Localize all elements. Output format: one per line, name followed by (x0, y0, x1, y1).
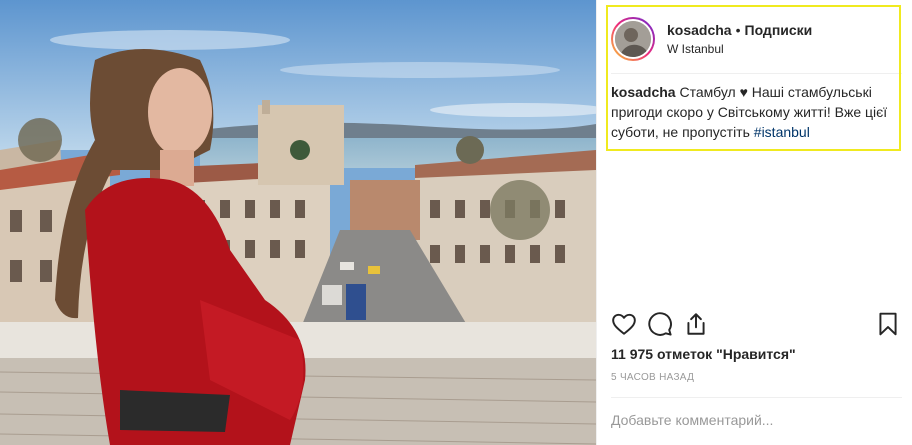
post-photo[interactable] (0, 0, 596, 445)
bookmark-icon[interactable] (875, 311, 901, 337)
hashtag-link[interactable]: #istanbul (754, 124, 810, 140)
caption-username[interactable]: kosadcha (611, 84, 676, 100)
post-caption: kosadcha Стамбул ♥ Наші стамбульські при… (611, 82, 896, 142)
username-link[interactable]: kosadcha (667, 22, 732, 38)
post-header-meta: kosadcha • Подписки W Istanbul (667, 21, 812, 57)
header-divider (611, 73, 902, 74)
comment-input[interactable] (611, 409, 897, 431)
action-bar (611, 311, 901, 341)
comment-divider (611, 397, 902, 398)
instagram-post: kosadcha • Подписки W Istanbul kosadcha Ст… (0, 0, 912, 445)
following-button[interactable]: Подписки (745, 22, 813, 38)
avatar-image (613, 19, 653, 59)
likes-count[interactable]: 11 975 отметок "Нравится" (611, 346, 796, 362)
post-sidebar: kosadcha • Подписки W Istanbul kosadcha Ст… (596, 0, 912, 445)
street-scene-image (0, 0, 596, 445)
share-icon[interactable] (683, 311, 709, 337)
location-link[interactable]: W Istanbul (667, 41, 812, 57)
post-header: kosadcha • Подписки W Istanbul (611, 8, 901, 70)
speech-bubble-icon[interactable] (647, 311, 673, 337)
post-timestamp[interactable]: 5 часов назад (611, 372, 694, 383)
avatar[interactable] (611, 17, 655, 61)
username-line: kosadcha • Подписки (667, 21, 812, 39)
separator-dot: • (735, 22, 741, 38)
heart-icon[interactable] (611, 311, 637, 337)
